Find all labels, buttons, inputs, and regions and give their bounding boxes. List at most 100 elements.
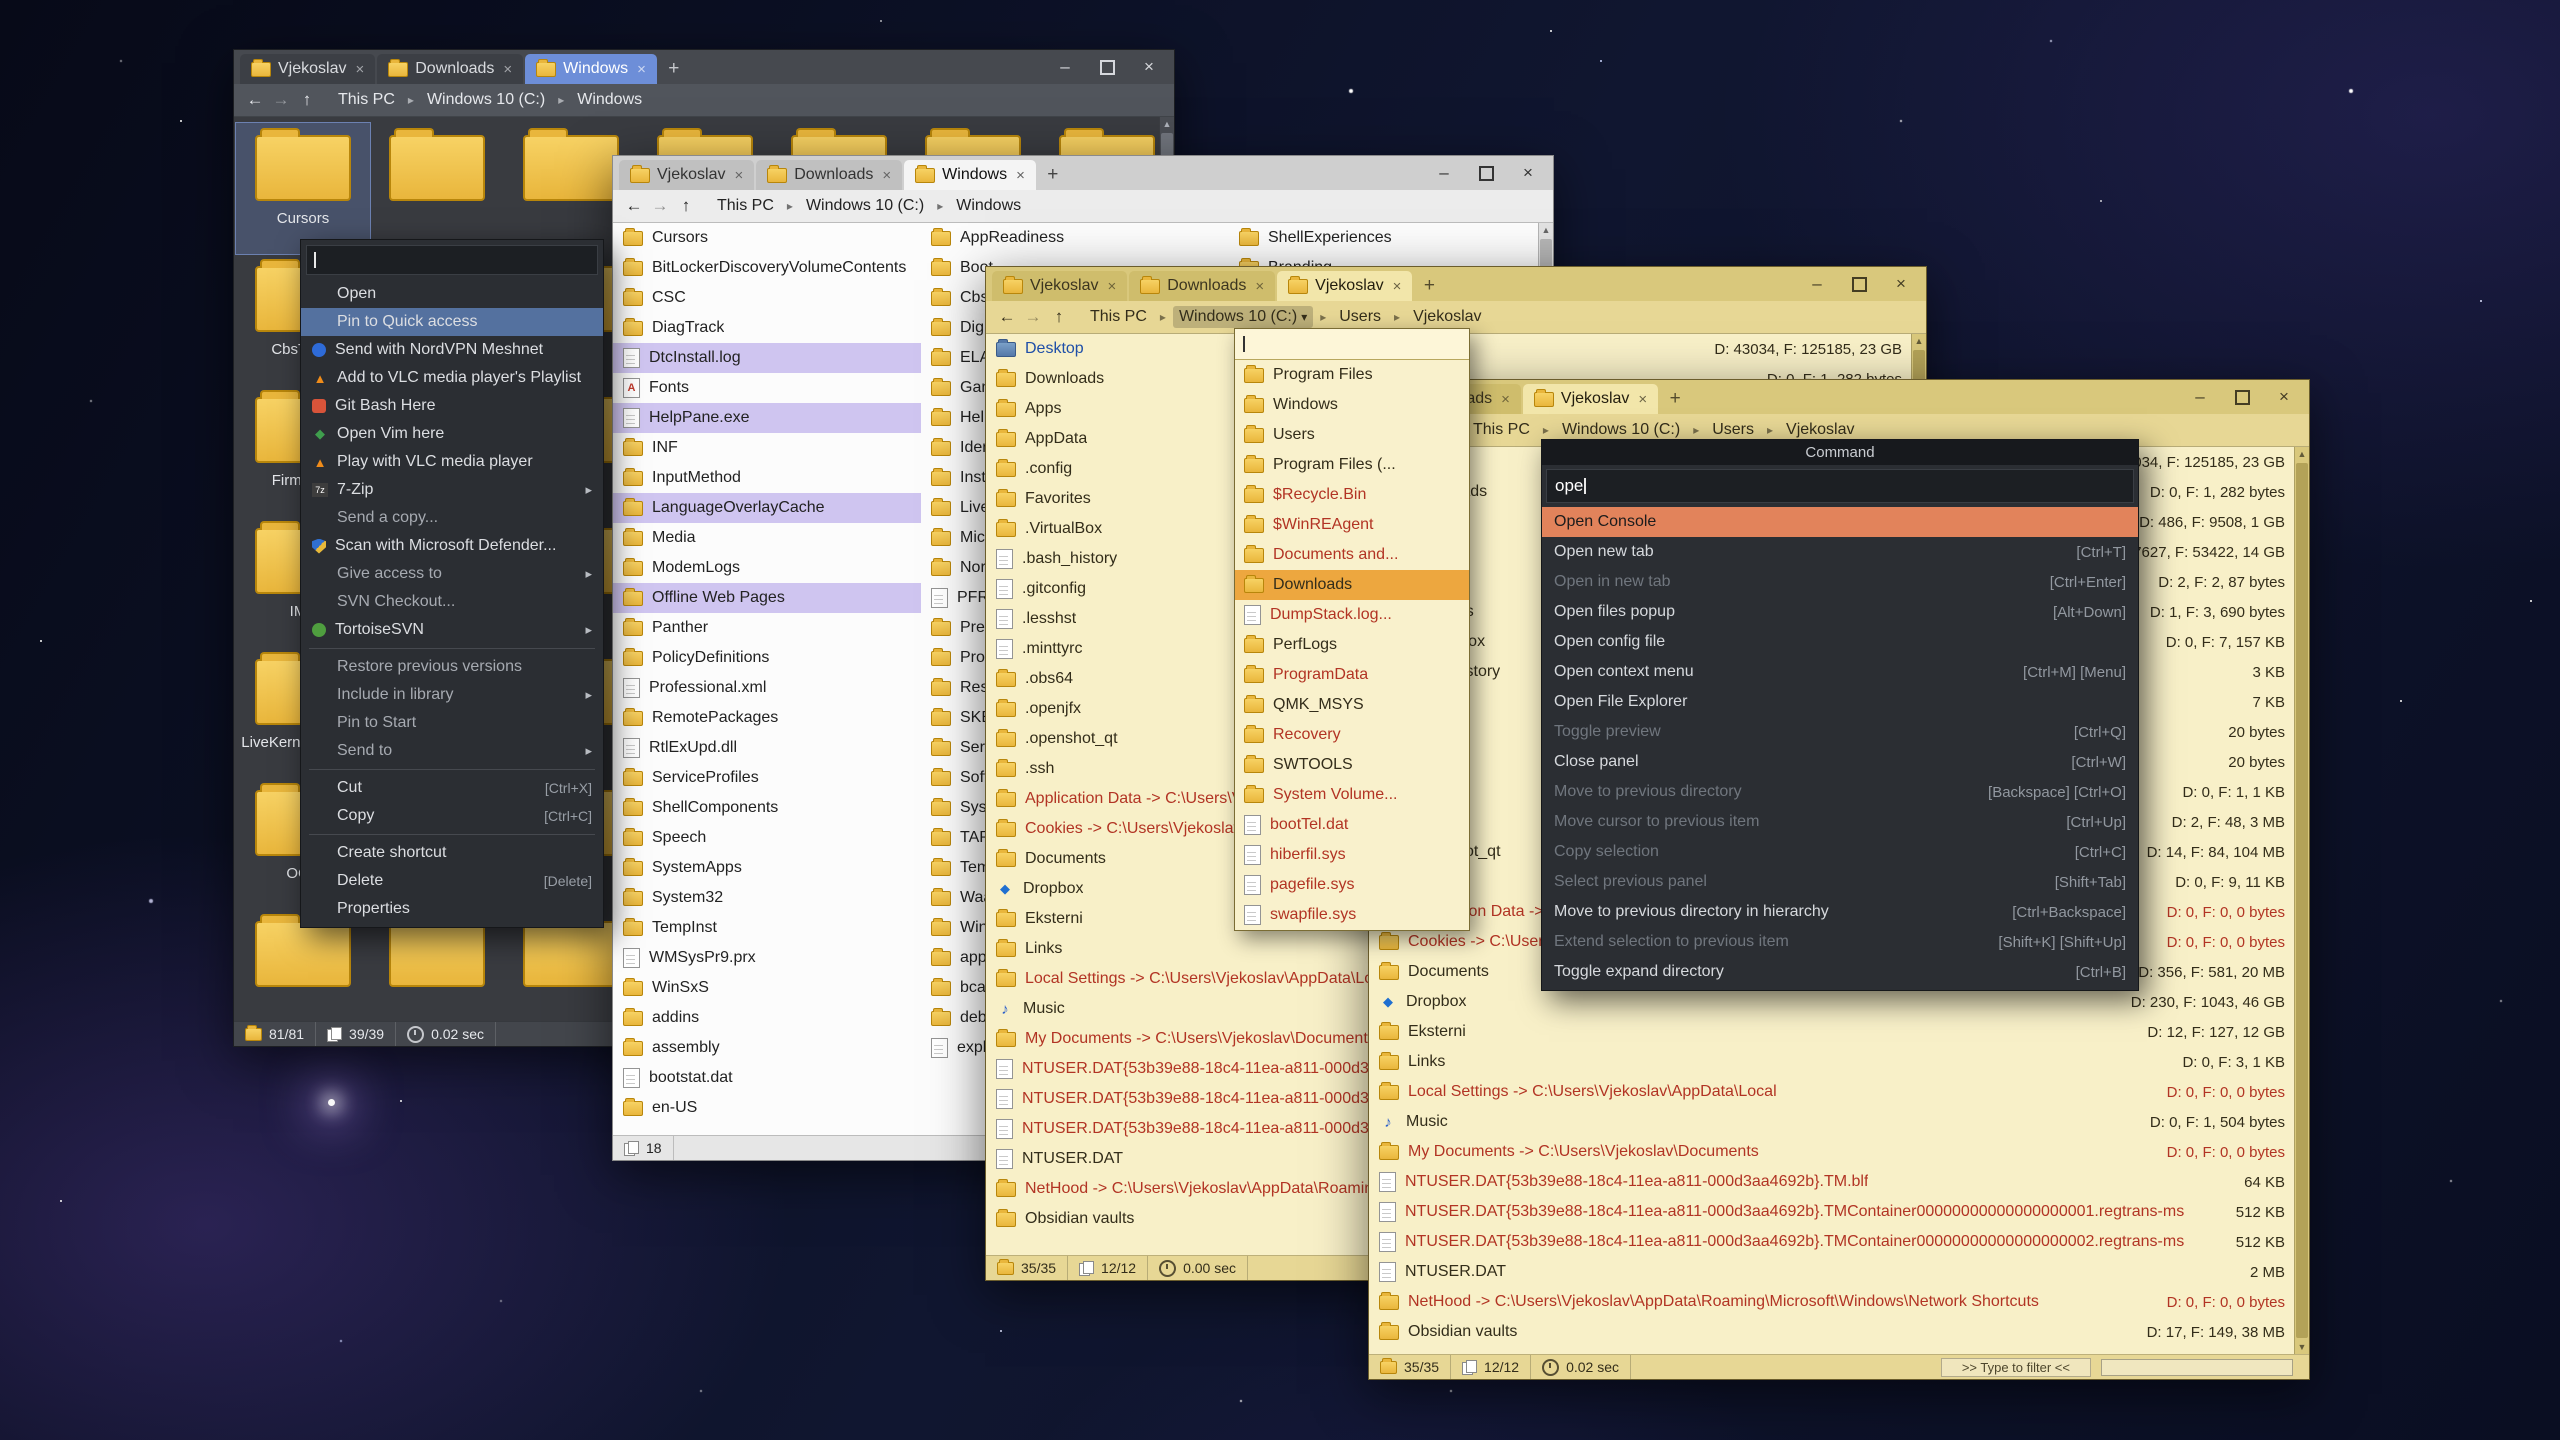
minimize-button[interactable]: – [2181,384,2219,410]
file-row-helppane-exe[interactable]: HelpPane.exe [613,403,921,433]
file-row-inputmethod[interactable]: InputMethod [613,463,921,493]
back-button[interactable]: ← [242,88,268,112]
file-row-ntuser-dat-53b39e88-18c4-11ea-a811-000d3aa4692b-tm-blf[interactable]: NTUSER.DAT{53b39e88-18c4-11ea-a811-000d3… [1369,1167,2295,1197]
file-row-addins[interactable]: addins [613,1003,921,1033]
tab-vjekoslav[interactable]: Vjekoslav× [1277,271,1412,301]
menu-item-pin-to-quick-access[interactable]: Pin to Quick access [301,308,603,336]
menu-item-tortoisesvn[interactable]: TortoiseSVN▸ [301,616,603,644]
menu-item-cut[interactable]: Cut[Ctrl+X] [301,774,603,802]
maximize-button[interactable] [1840,271,1878,297]
command-item-move-to-previous-directory-in-hierarchy[interactable]: Move to previous directory in hierarchy[… [1542,897,2138,927]
breadcrumb-vjekoslav[interactable]: Vjekoslav [1407,306,1487,328]
tab-close-icon[interactable]: × [1501,391,1510,408]
file-row-media[interactable]: Media [613,523,921,553]
command-item-copy-selection[interactable]: Copy selection[Ctrl+C] [1542,837,2138,867]
breadcrumb-users[interactable]: Users [1333,306,1387,328]
context-menu-filter-input[interactable] [306,245,598,275]
file-row-local-settings-c-users-vjekoslav-appdata-local[interactable]: Local Settings -> C:\Users\Vjekoslav\App… [1369,1077,2295,1107]
file-row-shellcomponents[interactable]: ShellComponents [613,793,921,823]
breadcrumb-windows-10-c[interactable]: Windows 10 (C:) [421,89,551,111]
tab-close-icon[interactable]: × [734,167,743,184]
popup-item-swtools[interactable]: SWTOOLS [1235,750,1469,780]
breadcrumb-windows[interactable]: Windows [571,89,648,111]
scrollbar[interactable]: ▲ ▼ [2294,447,2309,1354]
popup-item-recovery[interactable]: Recovery [1235,720,1469,750]
menu-item-7-zip[interactable]: 7z7-Zip▸ [301,476,603,504]
new-tab-button[interactable]: + [1660,384,1690,414]
popup-item-users[interactable]: Users [1235,420,1469,450]
scroll-up-icon[interactable]: ▲ [2295,447,2309,461]
tab-downloads[interactable]: Downloads× [756,160,902,190]
back-button[interactable]: ← [621,194,647,218]
file-row-remotepackages[interactable]: RemotePackages [613,703,921,733]
menu-item-scan-with-microsoft-defender[interactable]: Scan with Microsoft Defender... [301,532,603,560]
popup-item-downloads[interactable]: Downloads [1235,570,1469,600]
tab-close-icon[interactable]: × [355,61,364,78]
file-row-languageoverlaycache[interactable]: LanguageOverlayCache [613,493,921,523]
popup-item-programdata[interactable]: ProgramData [1235,660,1469,690]
breadcrumb-windows[interactable]: Windows [950,195,1027,217]
close-button[interactable]: × [1130,54,1168,80]
forward-button[interactable]: → [647,194,673,218]
titlebar[interactable]: Vjekoslav×Downloads×Vjekoslav×+ –× [986,267,1926,301]
tab-vjekoslav[interactable]: Vjekoslav× [619,160,754,190]
popup-item-hiberfil-sys[interactable]: hiberfil.sys [1235,840,1469,870]
command-item-select-previous-panel[interactable]: Select previous panel[Shift+Tab] [1542,867,2138,897]
file-row-appreadiness[interactable]: AppReadiness [921,223,1229,253]
menu-item-send-a-copy[interactable]: Send a copy... [301,504,603,532]
new-tab-button[interactable]: + [1038,160,1068,190]
up-button[interactable]: ↑ [673,194,699,218]
tab-vjekoslav[interactable]: Vjekoslav× [992,271,1127,301]
command-item-open-in-new-tab[interactable]: Open in new tab[Ctrl+Enter] [1542,567,2138,597]
popup-item-dumpstack-log[interactable]: DumpStack.log... [1235,600,1469,630]
command-item-move-to-previous-directory[interactable]: Move to previous directory[Backspace] [C… [1542,777,2138,807]
tab-close-icon[interactable]: × [1016,167,1025,184]
menu-item-git-bash-here[interactable]: Git Bash Here [301,392,603,420]
titlebar[interactable]: Vjekoslav×Downloads×Windows×+ –× [234,50,1174,84]
command-item-open-context-menu[interactable]: Open context menu[Ctrl+M] [Menu] [1542,657,2138,687]
tab-close-icon[interactable]: × [882,167,891,184]
menu-item-create-shortcut[interactable]: Create shortcut [301,839,603,867]
file-row-dropbox[interactable]: ◆DropboxD: 230, F: 1043, 46 GB [1369,987,2295,1017]
scroll-down-icon[interactable]: ▼ [2295,1340,2309,1354]
file-row-shellexperiences[interactable]: ShellExperiences [1229,223,1537,253]
titlebar[interactable]: Vjekoslav×Downloads×Windows×+ –× [613,156,1553,190]
file-row-diagtrack[interactable]: DiagTrack [613,313,921,343]
menu-item-open-vim-here[interactable]: ◆Open Vim here [301,420,603,448]
command-item-open-config-file[interactable]: Open config file [1542,627,2138,657]
new-tab-button[interactable]: + [1414,271,1444,301]
maximize-button[interactable] [1467,160,1505,186]
popup-item-documents-and[interactable]: Documents and... [1235,540,1469,570]
minimize-button[interactable]: – [1425,160,1463,186]
scroll-up-icon[interactable]: ▲ [1912,334,1926,348]
file-row-professional-xml[interactable]: Professional.xml [613,673,921,703]
file-row-links[interactable]: LinksD: 0, F: 3, 1 KB [1369,1047,2295,1077]
menu-item-add-to-vlc-media-player-s-playlist[interactable]: ▲Add to VLC media player's Playlist [301,364,603,392]
file-row-serviceprofiles[interactable]: ServiceProfiles [613,763,921,793]
file-row-dtcinstall-log[interactable]: DtcInstall.log [613,343,921,373]
menu-item-play-with-vlc-media-player[interactable]: ▲Play with VLC media player [301,448,603,476]
breadcrumb-users[interactable]: Users [1706,419,1760,441]
file-row-panther[interactable]: Panther [613,613,921,643]
menu-item-send-with-nordvpn-meshnet[interactable]: Send with NordVPN Meshnet [301,336,603,364]
tab-close-icon[interactable]: × [503,61,512,78]
forward-button[interactable]: → [268,88,294,112]
menu-item-include-in-library[interactable]: Include in library▸ [301,681,603,709]
tab-downloads[interactable]: Downloads× [1129,271,1275,301]
command-item-open-file-explorer[interactable]: Open File Explorer [1542,687,2138,717]
forward-button[interactable]: → [1020,305,1046,329]
menu-item-svn-checkout[interactable]: SVN Checkout... [301,588,603,616]
popup-item-boottel-dat[interactable]: bootTel.dat [1235,810,1469,840]
breadcrumb-windows-10-c[interactable]: Windows 10 (C:) [800,195,930,217]
filter-hint[interactable]: >> Type to filter << [1941,1358,2091,1377]
tab-windows[interactable]: Windows× [525,54,657,84]
file-row-csc[interactable]: CSC [613,283,921,313]
tab-downloads[interactable]: Downloads× [377,54,523,84]
menu-item-properties[interactable]: Properties [301,895,603,923]
file-row-tempinst[interactable]: TempInst [613,913,921,943]
popup-item-pagefile-sys[interactable]: pagefile.sys [1235,870,1469,900]
close-button[interactable]: × [1509,160,1547,186]
file-row-eksterni[interactable]: EksterniD: 12, F: 127, 12 GB [1369,1017,2295,1047]
file-row-music[interactable]: ♪MusicD: 0, F: 1, 504 bytes [1369,1107,2295,1137]
file-row-winsxs[interactable]: WinSxS [613,973,921,1003]
